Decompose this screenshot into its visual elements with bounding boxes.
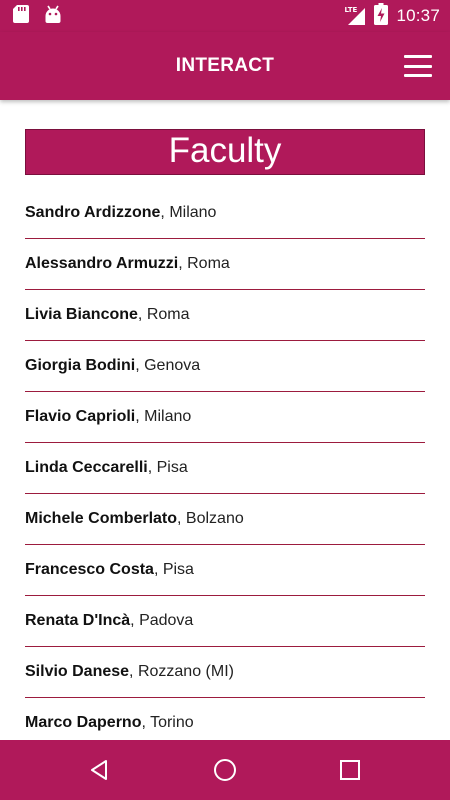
faculty-city: , Pisa (153, 561, 194, 578)
faculty-city: , Padova (130, 612, 194, 629)
faculty-name: Giorgia Bodini (25, 357, 136, 374)
faculty-city: , Roma (178, 255, 230, 272)
app-bar: INTERACT (0, 32, 450, 100)
signal-icon: LTE (344, 6, 366, 26)
faculty-list-item[interactable]: Francesco Costa, Pisa (25, 545, 425, 596)
faculty-list: Sandro Ardizzone, Milano Alessandro Armuz… (25, 188, 425, 748)
back-icon[interactable] (82, 752, 118, 788)
faculty-name: Francesco Costa (25, 561, 154, 578)
faculty-list-item[interactable]: Giorgia Bodini, Genova (25, 341, 425, 392)
faculty-list-item[interactable]: Renata D'Incà, Padova (25, 596, 425, 647)
faculty-name: Livia Biancone (25, 306, 138, 323)
faculty-name: Flavio Caprioli (25, 408, 136, 425)
faculty-name: Renata D'Incà (25, 612, 131, 629)
faculty-name: Sandro Ardizzone (25, 204, 161, 221)
faculty-city: , Milano (135, 408, 192, 425)
section-title: Faculty (25, 129, 425, 175)
faculty-list-item[interactable]: Linda Ceccarelli, Pisa (25, 443, 425, 494)
status-bar: LTE 10:37 (0, 0, 450, 32)
status-time: 10:37 (396, 6, 440, 25)
faculty-name: Marco Daperno (25, 714, 142, 731)
status-right-icons: LTE 10:37 (344, 0, 440, 32)
faculty-name: Silvio Danese (25, 663, 130, 680)
faculty-name: Michele Comberlato (25, 510, 178, 527)
faculty-city: , Torino (141, 714, 194, 731)
recents-icon[interactable] (332, 752, 368, 788)
menu-bar-line (404, 55, 432, 58)
home-icon[interactable] (207, 752, 243, 788)
faculty-city: , Roma (137, 306, 190, 323)
faculty-city: , Genova (135, 357, 201, 374)
status-left-icons (12, 4, 62, 29)
faculty-list-item[interactable]: Livia Biancone, Roma (25, 290, 425, 341)
battery-charging-icon (374, 2, 389, 30)
faculty-city: , Pisa (147, 459, 188, 476)
faculty-list-item[interactable]: Sandro Ardizzone, Milano (25, 188, 425, 239)
faculty-city: , Rozzano (MI) (129, 663, 234, 680)
faculty-name: Linda Ceccarelli (25, 459, 148, 476)
faculty-list-item[interactable]: Silvio Danese, Rozzano (MI) (25, 647, 425, 698)
main-content: Faculty Sandro Ardizzone, Milano Alessand… (25, 129, 425, 748)
sd-card-icon (12, 4, 30, 29)
navigation-bar (0, 740, 450, 800)
faculty-city: , Bolzano (177, 510, 244, 527)
faculty-city: , Milano (160, 204, 217, 221)
android-icon (44, 4, 62, 29)
faculty-list-item[interactable]: Michele Comberlato, Bolzano (25, 494, 425, 545)
menu-bar-line (404, 74, 432, 77)
hamburger-menu-icon[interactable] (404, 54, 432, 78)
faculty-list-item[interactable]: Flavio Caprioli, Milano (25, 392, 425, 443)
menu-bar-line (404, 64, 432, 68)
app-title: INTERACT (175, 55, 275, 76)
faculty-name: Alessandro Armuzzi (25, 255, 179, 272)
faculty-list-item[interactable]: Alessandro Armuzzi, Roma (25, 239, 425, 290)
